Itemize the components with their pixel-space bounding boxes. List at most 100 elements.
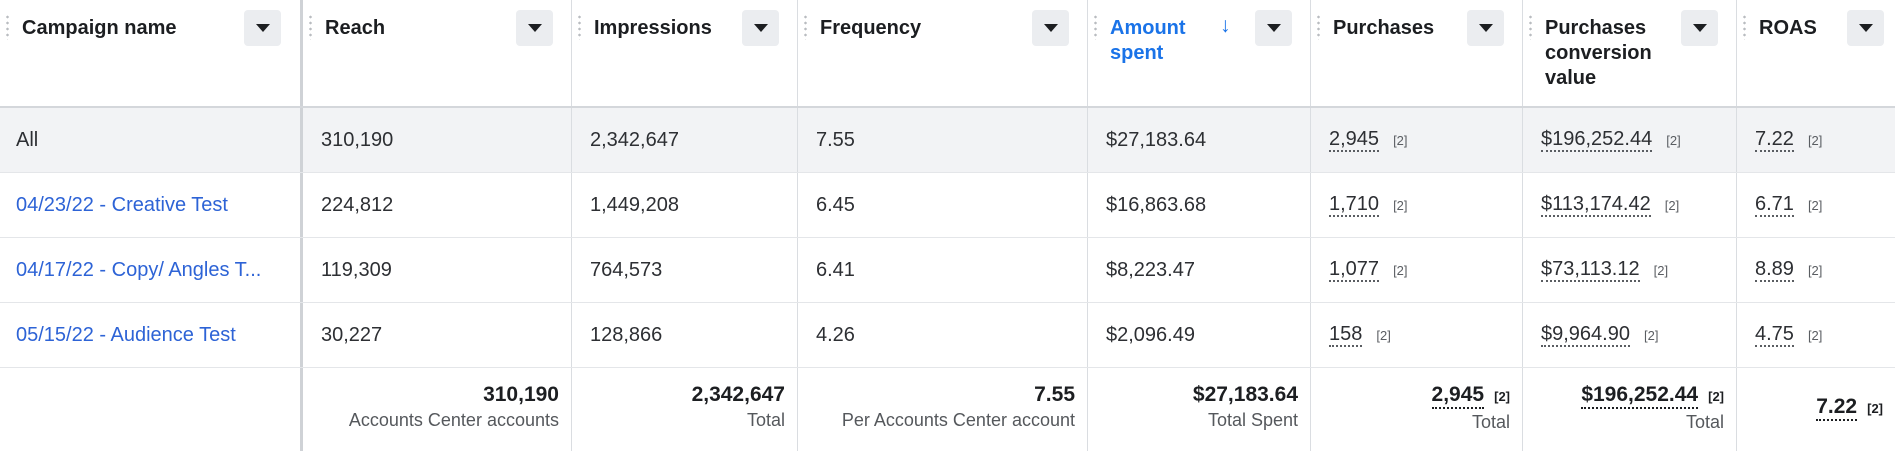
reach-cell: 310,190	[303, 108, 572, 172]
impressions-cell: 764,573	[572, 238, 798, 302]
reach-value: 30,227	[321, 323, 383, 346]
table-header: Campaign name Reach Impressions Frequenc…	[0, 0, 1895, 108]
roas-value[interactable]: 6.71	[1755, 194, 1794, 217]
column-header-frequency[interactable]: Frequency	[798, 0, 1088, 106]
conversion-value[interactable]: $9,964.90	[1541, 324, 1630, 347]
purchases-cell: 1,710 [2]	[1311, 173, 1523, 237]
reach-cell: 224,812	[303, 173, 572, 237]
column-label: Purchases conversion value	[1545, 17, 1652, 89]
total-amount-spent-value: $27,183.64	[1192, 383, 1298, 406]
caret-down-icon	[1858, 24, 1873, 32]
total-reach-cell: 310,190 Accounts Center accounts	[303, 368, 572, 451]
column-header-amount-spent[interactable]: Amount spent ↓	[1088, 0, 1311, 106]
column-header-purchases[interactable]: Purchases	[1311, 0, 1523, 106]
column-menu-button[interactable]	[516, 10, 553, 46]
drag-handle-icon[interactable]	[309, 14, 312, 40]
drag-handle-icon[interactable]	[804, 14, 807, 40]
purchases-value[interactable]: 1,077	[1329, 259, 1380, 282]
attribution-badge[interactable]: [2]	[1393, 198, 1407, 213]
column-header-purchases-conversion-value[interactable]: Purchases conversion value	[1523, 0, 1737, 106]
impressions-cell: 1,449,208	[572, 173, 798, 237]
column-label: Frequency	[820, 17, 922, 39]
total-frequency-label: Per Accounts Center account	[841, 410, 1075, 430]
caret-down-icon	[1478, 24, 1493, 32]
attribution-badge[interactable]: [2]	[1808, 133, 1822, 148]
attribution-badge[interactable]: [2]	[1665, 198, 1679, 213]
attribution-badge[interactable]: [2]	[1808, 263, 1822, 278]
campaign-name: All	[16, 128, 39, 151]
total-roas-value[interactable]: 7.22	[1816, 395, 1858, 421]
total-conversion-value-label: Total	[1685, 412, 1724, 432]
roas-cell: 4.75 [2]	[1737, 303, 1895, 367]
purchases-cell: 2,945 [2]	[1311, 108, 1523, 172]
amount-spent-value: $8,223.47	[1106, 258, 1195, 281]
campaign-name-link[interactable]: 04/23/22 - Creative Test	[16, 194, 228, 217]
roas-value[interactable]: 8.89	[1755, 259, 1794, 282]
reach-cell: 30,227	[303, 303, 572, 367]
attribution-badge[interactable]: [2]	[1393, 263, 1407, 278]
attribution-badge[interactable]: [2]	[1654, 263, 1668, 278]
column-menu-button[interactable]	[1847, 10, 1884, 46]
drag-handle-icon[interactable]	[6, 14, 9, 40]
caret-down-icon	[1043, 24, 1058, 32]
attribution-badge[interactable]: [2]	[1494, 389, 1510, 404]
campaign-name-link[interactable]: 04/17/22 - Copy/ Angles T...	[16, 259, 261, 282]
purchases-value[interactable]: 158	[1329, 324, 1363, 347]
drag-handle-icon[interactable]	[1094, 14, 1097, 40]
total-conversion-value-cell: $196,252.44 [2] Total	[1523, 368, 1737, 451]
attribution-badge[interactable]: [2]	[1666, 133, 1680, 148]
column-menu-button[interactable]	[742, 10, 779, 46]
drag-handle-icon[interactable]	[1317, 14, 1320, 40]
purchases-value[interactable]: 1,710	[1329, 194, 1380, 217]
amount-spent-value: $16,863.68	[1106, 193, 1207, 216]
conversion-value-cell: $113,174.42 [2]	[1523, 173, 1737, 237]
column-header-campaign-name[interactable]: Campaign name	[0, 0, 303, 106]
impressions-value: 2,342,647	[590, 128, 679, 151]
roas-value[interactable]: 7.22	[1755, 129, 1794, 152]
drag-handle-icon[interactable]	[578, 14, 581, 40]
column-header-impressions[interactable]: Impressions	[572, 0, 798, 106]
purchases-value[interactable]: 2,945	[1329, 129, 1380, 152]
total-impressions-label: Total	[746, 410, 785, 430]
total-purchases-value[interactable]: 2,945	[1431, 383, 1485, 409]
attribution-badge[interactable]: [2]	[1808, 328, 1822, 343]
frequency-value: 4.26	[816, 323, 855, 346]
conversion-value-cell: $73,113.12 [2]	[1523, 238, 1737, 302]
totals-row: 310,190 Accounts Center accounts 2,342,6…	[0, 368, 1895, 451]
roas-value[interactable]: 4.75	[1755, 324, 1794, 347]
caret-down-icon	[255, 24, 270, 32]
campaign-name-link[interactable]: 05/15/22 - Audience Test	[16, 324, 236, 347]
column-header-reach[interactable]: Reach	[303, 0, 572, 106]
impressions-value: 764,573	[590, 258, 663, 281]
frequency-value: 6.45	[816, 193, 855, 216]
purchases-cell: 1,077 [2]	[1311, 238, 1523, 302]
column-menu-button[interactable]	[1255, 10, 1292, 46]
conversion-value[interactable]: $73,113.12	[1541, 259, 1640, 282]
conversion-value-cell: $9,964.90 [2]	[1523, 303, 1737, 367]
attribution-badge[interactable]: [2]	[1393, 133, 1407, 148]
attribution-badge[interactable]: [2]	[1867, 401, 1883, 416]
attribution-badge[interactable]: [2]	[1708, 389, 1724, 404]
column-menu-button[interactable]	[1032, 10, 1069, 46]
total-amount-spent-cell: $27,183.64 Total Spent	[1088, 368, 1311, 451]
drag-handle-icon[interactable]	[1743, 14, 1746, 40]
amount-spent-cell: $16,863.68	[1088, 173, 1311, 237]
conversion-value[interactable]: $196,252.44	[1541, 129, 1653, 152]
amount-spent-cell: $27,183.64	[1088, 108, 1311, 172]
total-conversion-value[interactable]: $196,252.44	[1581, 383, 1699, 409]
sort-descending-icon[interactable]: ↓	[1220, 14, 1231, 38]
attribution-badge[interactable]: [2]	[1376, 328, 1390, 343]
frequency-value: 7.55	[816, 128, 855, 151]
conversion-value[interactable]: $113,174.42	[1541, 194, 1651, 217]
attribution-badge[interactable]: [2]	[1644, 328, 1658, 343]
impressions-value: 1,449,208	[590, 193, 679, 216]
column-header-roas[interactable]: ROAS	[1737, 0, 1895, 106]
caret-down-icon	[527, 24, 542, 32]
column-label: Reach	[325, 17, 386, 39]
attribution-badge[interactable]: [2]	[1808, 198, 1822, 213]
total-reach-value: 310,190	[483, 383, 559, 406]
drag-handle-icon[interactable]	[1529, 14, 1532, 40]
column-menu-button[interactable]	[1681, 10, 1718, 46]
column-menu-button[interactable]	[244, 10, 281, 46]
column-menu-button[interactable]	[1467, 10, 1504, 46]
